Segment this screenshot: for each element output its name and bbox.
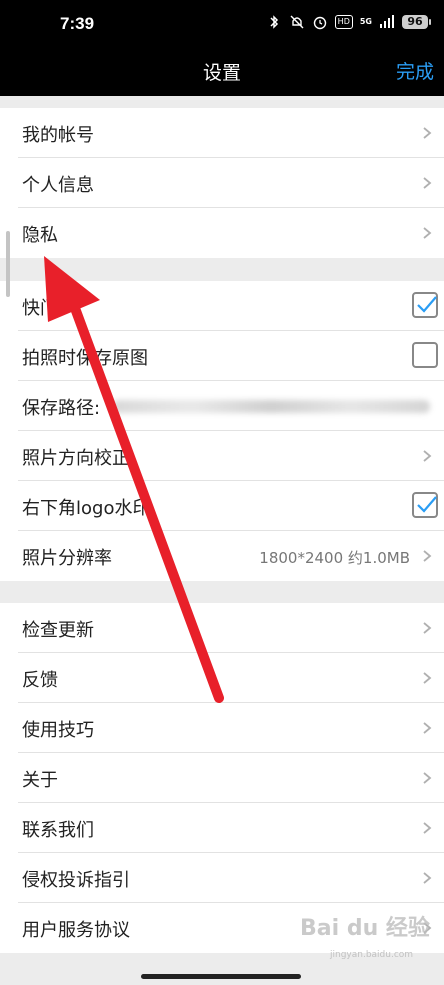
row-label: 右下角logo水印 xyxy=(22,498,151,519)
tips-row[interactable]: 使用技巧 xyxy=(0,703,444,753)
chevron-right-icon xyxy=(423,672,432,684)
save-original-checkbox[interactable] xyxy=(412,342,438,368)
mute-bell-icon xyxy=(290,15,304,29)
privacy-row[interactable]: 隐私 xyxy=(0,208,444,258)
row-label: 拍照时保存原图 xyxy=(22,348,148,369)
scrollbar-thumb[interactable] xyxy=(6,231,10,297)
watermark-logo: Bai du 经验 xyxy=(300,916,430,941)
signal-icon xyxy=(380,15,394,28)
contact-row[interactable]: 联系我们 xyxy=(0,803,444,853)
chevron-right-icon xyxy=(423,772,432,784)
chevron-right-icon xyxy=(423,722,432,734)
watermark-url: jingyan.baidu.com xyxy=(330,950,414,960)
row-label: 检查更新 xyxy=(22,620,94,641)
orientation-row[interactable]: 照片方向校正 xyxy=(0,431,444,481)
resolution-value: 1800*2400 约1.0MB xyxy=(259,549,410,567)
battery-icon: 96 xyxy=(402,15,431,29)
check-update-row[interactable]: 检查更新 xyxy=(0,603,444,653)
row-label: 联系我们 xyxy=(22,820,94,841)
row-label: 用户服务协议 xyxy=(22,920,130,941)
done-button[interactable]: 完成 xyxy=(396,57,434,84)
status-time: 7:39 xyxy=(60,14,95,33)
row-label: 关于 xyxy=(22,770,58,791)
home-indicator[interactable] xyxy=(141,974,301,979)
row-label: 反馈 xyxy=(22,670,58,691)
status-icons: HD 5G 96 xyxy=(266,14,431,30)
alarm-icon xyxy=(313,16,326,30)
save-path-row[interactable]: 保存路径: xyxy=(0,381,444,431)
personal-info-row[interactable]: 个人信息 xyxy=(0,158,444,208)
row-label: 侵权投诉指引 xyxy=(22,870,130,891)
row-label: 快门声 xyxy=(22,298,76,319)
chevron-right-icon xyxy=(423,127,432,139)
about-row[interactable]: 关于 xyxy=(0,753,444,803)
chevron-right-icon xyxy=(423,822,432,834)
shutter-sound-row[interactable]: 快门声 xyxy=(0,281,444,331)
hd-icon: HD xyxy=(334,15,353,29)
status-bar: 7:39 HD 5G 96 xyxy=(0,0,444,48)
logo-watermark-checkbox[interactable] xyxy=(412,492,438,518)
check-icon xyxy=(417,496,437,513)
blurred-path-value xyxy=(112,400,430,413)
infringement-row[interactable]: 侵权投诉指引 xyxy=(0,853,444,903)
chevron-right-icon xyxy=(423,177,432,189)
camera-group: 快门声 拍照时保存原图 保存路径: 照片方向校正 右下角logo水印 照片分辨率… xyxy=(0,281,444,581)
misc-group: 检查更新 反馈 使用技巧 关于 联系我们 侵权投诉指引 用户服务协议 xyxy=(0,603,444,953)
my-account-row[interactable]: 我的帐号 xyxy=(0,108,444,158)
save-original-row[interactable]: 拍照时保存原图 xyxy=(0,331,444,381)
chevron-right-icon xyxy=(423,622,432,634)
shutter-sound-checkbox[interactable] xyxy=(412,292,438,318)
page-title: 设置 xyxy=(202,62,241,84)
nav-bar: 设置 完成 xyxy=(0,48,444,96)
bluetooth-icon xyxy=(270,15,278,29)
row-label: 照片方向校正 xyxy=(22,448,130,469)
chevron-right-icon xyxy=(423,450,432,462)
row-label: 保存路径: xyxy=(22,398,101,419)
account-group: 我的帐号 个人信息 隐私 xyxy=(0,108,444,258)
feedback-row[interactable]: 反馈 xyxy=(0,653,444,703)
check-icon xyxy=(417,296,437,313)
row-label: 照片分辨率 xyxy=(22,548,112,569)
chevron-right-icon xyxy=(423,550,432,562)
row-label: 个人信息 xyxy=(22,175,94,196)
network-type: 5G xyxy=(359,17,372,26)
resolution-row[interactable]: 照片分辨率 1800*2400 约1.0MB xyxy=(0,531,444,581)
chevron-right-icon xyxy=(423,872,432,884)
row-label: 使用技巧 xyxy=(22,720,94,741)
row-label: 我的帐号 xyxy=(22,125,94,146)
chevron-right-icon xyxy=(423,227,432,239)
row-label: 隐私 xyxy=(22,225,58,246)
logo-watermark-row[interactable]: 右下角logo水印 xyxy=(0,481,444,531)
